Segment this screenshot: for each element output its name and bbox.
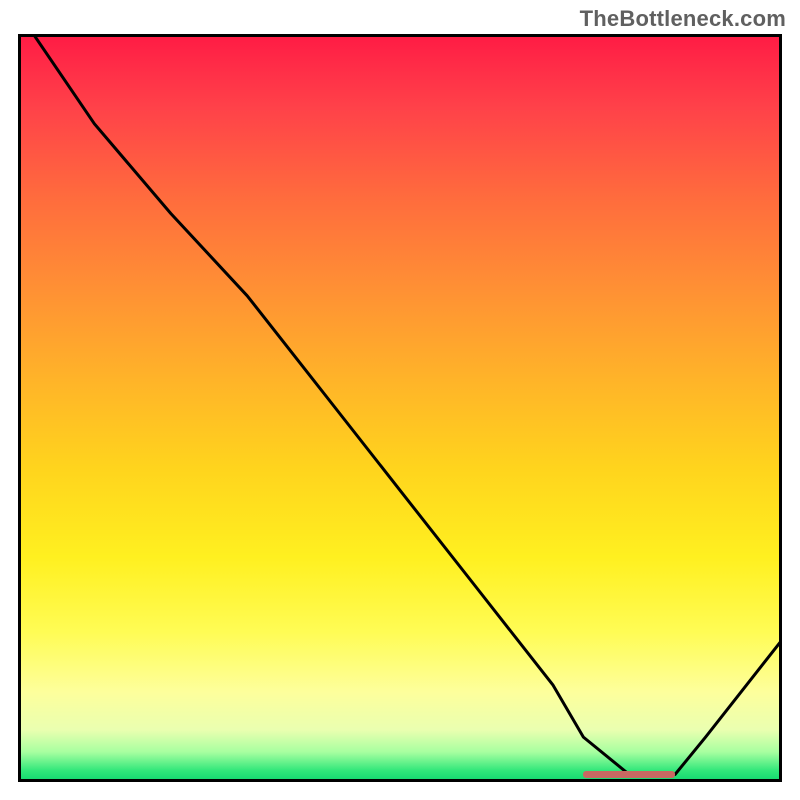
curve-svg (18, 34, 782, 782)
plot-frame (18, 34, 782, 782)
axis-border-bottom (18, 779, 782, 782)
axis-border-left (18, 34, 21, 782)
watermark-text: TheBottleneck.com (580, 6, 786, 32)
valley-marker (583, 771, 675, 778)
bottleneck-curve-path (33, 34, 782, 775)
axis-border-top (18, 34, 782, 37)
chart-container: TheBottleneck.com (0, 0, 800, 800)
axis-border-right (779, 34, 782, 782)
